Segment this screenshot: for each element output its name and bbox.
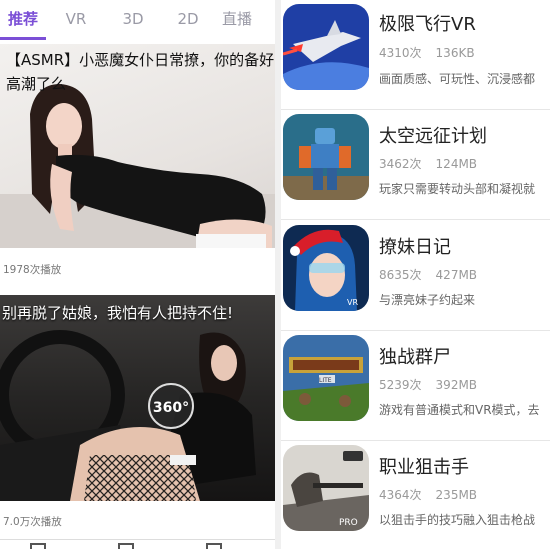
download-count: 5239次 (379, 378, 422, 392)
app-name: 太空远征计划 (379, 126, 487, 147)
play-count: 7.0万次播放 (3, 516, 62, 528)
app-description: 玩家只需要转动头部和凝视就 (379, 182, 536, 196)
app-name: 职业狙击手 (379, 457, 469, 478)
video-thumbnail[interactable]: 别再脱了姑娘，我怕有人把持不住! 360° (0, 295, 275, 501)
file-size: 235MB (435, 488, 478, 502)
app-list-item[interactable]: 极限飞行VR 4310次 136KB 画面质感、可玩性、沉浸感都 (281, 0, 550, 110)
lite-label: LITE (319, 377, 332, 384)
tab-live[interactable]: 直播 (216, 0, 275, 40)
pro-label: PRO (339, 518, 358, 528)
tab-3d[interactable]: 3D (106, 0, 160, 40)
app-list-item[interactable]: LITE 独战群尸 5239次 392MB 游戏有普通模式和VR模式，去 (281, 331, 550, 441)
app-description: 游戏有普通模式和VR模式，去 (379, 403, 540, 417)
category-tabs: 推荐 VR 3D 2D 直播 (0, 0, 275, 40)
app-meta: 4364次 235MB (379, 486, 491, 503)
app-meta: 3462次 124MB (379, 155, 491, 172)
video-card[interactable]: 别再脱了姑娘，我怕有人把持不住! 360° 7.0万次播放 (0, 292, 275, 549)
app-name: 独战群尸 (379, 347, 451, 368)
file-size: 136KB (435, 46, 475, 60)
zombie-game-icon[interactable]: LITE (283, 335, 369, 421)
file-size: 392MB (435, 378, 478, 392)
download-count: 3462次 (379, 157, 422, 171)
sniper-icon[interactable]: PRO (283, 445, 369, 531)
play-count: 1978次播放 (3, 264, 62, 276)
app-meta: 8635次 427MB (379, 266, 491, 283)
bottom-nav-bar (0, 539, 275, 549)
app-name: 极限飞行VR (379, 14, 476, 35)
app-list-item[interactable]: 太空远征计划 3462次 124MB 玩家只需要转动头部和凝视就 (281, 110, 550, 220)
app-list-panel: 极限飞行VR 4310次 136KB 画面质感、可玩性、沉浸感都 太空远征计划 3… (281, 0, 550, 549)
jet-icon[interactable] (283, 4, 369, 90)
home-icon[interactable] (30, 543, 46, 549)
app-description: 画面质感、可玩性、沉浸感都 (379, 72, 536, 86)
360-badge: 360° (148, 383, 194, 429)
app-name: 撩妹日记 (379, 237, 451, 258)
app-list-item[interactable]: VR 撩妹日记 8635次 427MB 与漂亮妹子约起来 (281, 221, 550, 331)
folder-icon[interactable] (118, 543, 134, 549)
girl-avatar-icon[interactable]: VR (283, 225, 369, 311)
app-meta: 5239次 392MB (379, 376, 491, 393)
video-title-overlay: 别再脱了姑娘，我怕有人把持不住! (2, 304, 234, 322)
vr-label: VR (347, 298, 358, 307)
robot-icon[interactable] (283, 114, 369, 200)
download-count: 8635次 (379, 268, 422, 282)
file-size: 124MB (435, 157, 478, 171)
file-size: 427MB (435, 268, 478, 282)
app-list-item[interactable]: PRO 职业狙击手 4364次 235MB 以狙击手的技巧融入狙击枪战 (281, 441, 550, 549)
download-count: 4364次 (379, 488, 422, 502)
app-description: 与漂亮妹子约起来 (379, 293, 476, 307)
video-thumbnail-image (0, 330, 256, 501)
app-meta: 4310次 136KB (379, 44, 489, 61)
profile-icon[interactable] (206, 543, 222, 549)
video-thumbnail[interactable]: 【ASMR】小恶魔女仆日常撩，你的备好高潮了么 (0, 44, 275, 248)
video-feed-panel: 推荐 VR 3D 2D 直播 【ASMR】小恶魔女仆日常撩，你的备好高潮了么 1… (0, 0, 275, 549)
video-card[interactable]: 【ASMR】小恶魔女仆日常撩，你的备好高潮了么 1978次播放 (0, 40, 275, 292)
tab-recommended[interactable]: 推荐 (0, 0, 46, 40)
video-title-overlay: 【ASMR】小恶魔女仆日常撩，你的备好高潮了么 (6, 51, 275, 93)
app-description: 以狙击手的技巧融入狙击枪战 (379, 513, 536, 527)
tab-vr[interactable]: VR (46, 0, 106, 40)
tab-2d[interactable]: 2D (160, 0, 216, 40)
download-count: 4310次 (379, 46, 422, 60)
